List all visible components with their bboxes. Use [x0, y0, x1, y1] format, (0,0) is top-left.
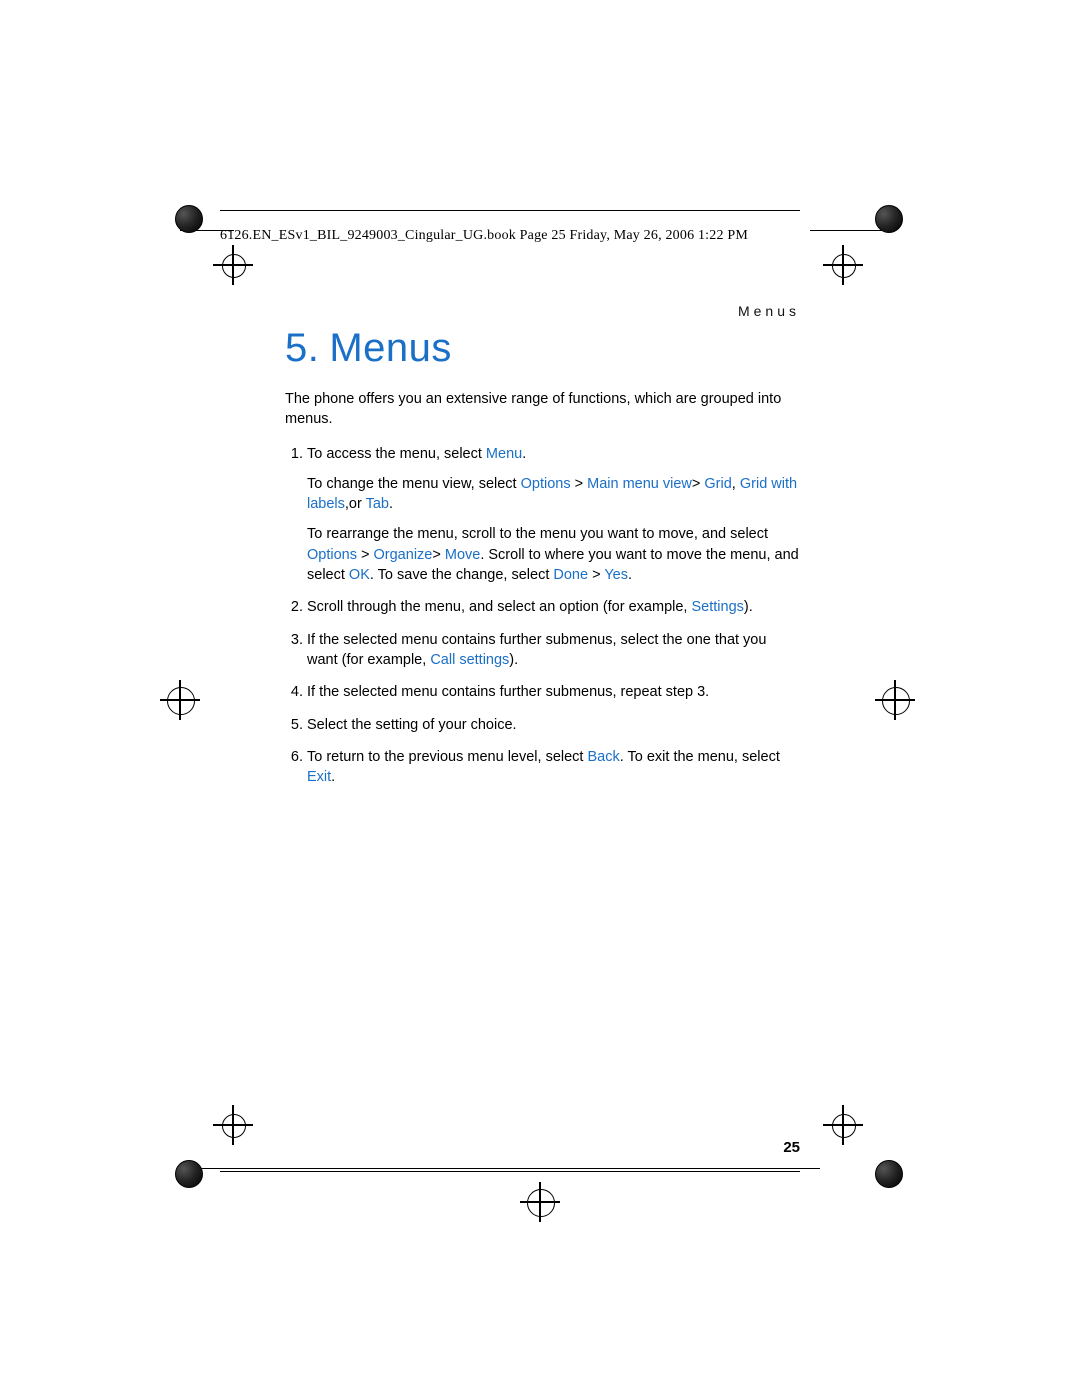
step-2: Scroll through the menu, and select an o…	[307, 597, 800, 617]
registration-mark-icon	[868, 198, 908, 238]
crosshair-icon	[875, 680, 915, 720]
step-1-sub-b: To rearrange the menu, scroll to the men…	[307, 524, 800, 585]
body-text: The phone offers you an extensive range …	[285, 389, 800, 799]
step-3: If the selected menu contains further su…	[307, 630, 800, 671]
registration-mark-icon	[868, 1153, 908, 1193]
crosshair-icon	[160, 680, 200, 720]
registration-mark-icon	[168, 1153, 208, 1193]
crosshair-icon	[823, 245, 863, 285]
step-1: To access the menu, select Menu. To chan…	[307, 444, 800, 586]
steps-list: To access the menu, select Menu. To chan…	[285, 444, 800, 788]
crosshair-icon	[823, 1105, 863, 1145]
chapter-title-text: Menus	[329, 326, 452, 370]
intro-paragraph: The phone offers you an extensive range …	[285, 389, 800, 430]
step-6: To return to the previous menu level, se…	[307, 747, 800, 788]
menu-label: Menu	[486, 446, 522, 462]
registration-mark-icon	[168, 198, 208, 238]
crosshair-icon	[520, 1182, 560, 1222]
chapter-title: 5.Menus	[285, 326, 452, 371]
content-frame: 6126.EN_ESv1_BIL_9249003_Cingular_UG.boo…	[220, 210, 800, 1172]
chapter-number: 5.	[285, 326, 319, 370]
step-5: Select the setting of your choice.	[307, 715, 800, 735]
step-1-sub-a: To change the menu view, select Options …	[307, 474, 800, 515]
section-header: Menus	[738, 303, 800, 319]
book-header: 6126.EN_ESv1_BIL_9249003_Cingular_UG.boo…	[220, 228, 748, 244]
step-4: If the selected menu contains further su…	[307, 682, 800, 702]
rule	[810, 230, 890, 231]
page: 6126.EN_ESv1_BIL_9249003_Cingular_UG.boo…	[0, 0, 1080, 1397]
page-number: 25	[783, 1139, 800, 1156]
